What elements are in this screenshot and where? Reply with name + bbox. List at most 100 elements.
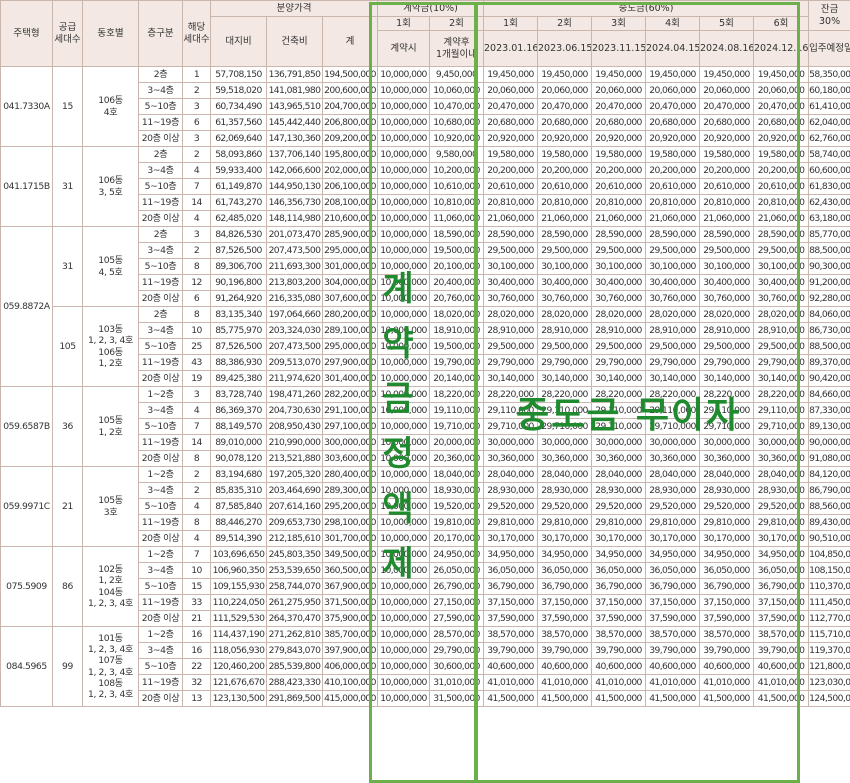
contract2-cell: 18,020,000 bbox=[429, 306, 485, 323]
middle4-cell: 29,500,000 bbox=[645, 242, 701, 259]
contract2-cell: 26,050,000 bbox=[429, 562, 485, 579]
balance-cell: 119,370,000 bbox=[808, 642, 850, 659]
building-cell: 288,423,330 bbox=[266, 674, 323, 691]
floor-cell: 3~4층 bbox=[138, 82, 183, 99]
balance-cell: 84,060,000 bbox=[808, 306, 850, 323]
middle1-cell: 39,790,000 bbox=[483, 642, 539, 659]
middle2-cell: 20,680,000 bbox=[537, 114, 593, 131]
land-cell: 61,149,870 bbox=[210, 178, 267, 195]
floor-cell: 20층 이상 bbox=[138, 530, 183, 547]
middle6-cell: 30,100,000 bbox=[753, 258, 810, 275]
floor-cell: 2층 bbox=[138, 146, 183, 163]
middle3-cell: 20,060,000 bbox=[591, 82, 647, 99]
balance-cell: 115,710,000 bbox=[808, 626, 850, 643]
floor-cell: 5~10층 bbox=[138, 338, 183, 355]
total-cell: 303,600,000 bbox=[321, 450, 379, 467]
contract1-cell: 10,000,000 bbox=[377, 658, 431, 675]
supply-count: 105 bbox=[52, 306, 83, 387]
contract2-cell: 19,810,000 bbox=[429, 514, 485, 531]
total-cell: 349,500,000 bbox=[321, 546, 379, 563]
contract2-cell: 20,400,000 bbox=[429, 274, 485, 291]
dong-ho-label-text: 103동 1, 2, 3, 4호 106동 1, 2호 bbox=[88, 324, 133, 369]
supply-count: 31 bbox=[52, 146, 83, 227]
middle2-cell: 39,790,000 bbox=[537, 642, 593, 659]
payment-schedule: 주택형 공급 세대수 동호별 층구분 해당 세대수 분양가격 계약금(10%) … bbox=[0, 0, 850, 783]
building-cell: 209,653,730 bbox=[266, 514, 323, 531]
building-cell: 137,706,140 bbox=[266, 146, 323, 163]
units-cell: 7 bbox=[182, 546, 211, 563]
land-cell: 103,696,650 bbox=[210, 546, 267, 563]
land-cell: 109,155,930 bbox=[210, 578, 267, 595]
total-cell: 280,400,000 bbox=[321, 466, 379, 483]
middle1-cell: 19,580,000 bbox=[483, 146, 539, 163]
contract2-cell: 27,150,000 bbox=[429, 594, 485, 611]
contract1-cell: 10,000,000 bbox=[377, 194, 431, 211]
middle5-cell: 29,790,000 bbox=[699, 354, 755, 371]
building-cell: 207,614,160 bbox=[266, 498, 323, 515]
middle1-cell: 28,220,000 bbox=[483, 386, 539, 403]
middle4-cell: 39,790,000 bbox=[645, 642, 701, 659]
schedule-body: 041.7330A 15 106동 4호 2층 1 57,708,150 136,791,8… bbox=[0, 66, 850, 707]
contract1-cell: 10,000,000 bbox=[377, 338, 431, 355]
middle5-cell: 40,600,000 bbox=[699, 658, 755, 675]
total-cell: 297,900,000 bbox=[321, 354, 379, 371]
middle6-cell: 30,360,000 bbox=[753, 450, 810, 467]
middle4-cell: 30,000,000 bbox=[645, 434, 701, 451]
middle6-cell: 28,910,000 bbox=[753, 322, 810, 339]
building-cell: 291,869,500 bbox=[266, 690, 323, 707]
middle1-cell: 29,790,000 bbox=[483, 354, 539, 371]
units-cell: 8 bbox=[182, 258, 211, 275]
contract2-cell: 20,760,000 bbox=[429, 290, 485, 307]
middle2-cell: 29,710,000 bbox=[537, 418, 593, 435]
middle4-cell: 29,110,000 bbox=[645, 402, 701, 419]
middle6-cell: 28,020,000 bbox=[753, 306, 810, 323]
middle6-cell: 20,610,000 bbox=[753, 178, 810, 195]
building-cell: 253,539,650 bbox=[266, 562, 323, 579]
floor-cell: 3~4층 bbox=[138, 402, 183, 419]
balance-cell: 88,560,000 bbox=[808, 498, 850, 515]
contract2-cell: 11,060,000 bbox=[429, 210, 485, 227]
contract2-cell: 18,220,000 bbox=[429, 386, 485, 403]
middle3-cell: 30,100,000 bbox=[591, 258, 647, 275]
contract2-cell: 10,200,000 bbox=[429, 162, 485, 179]
middle1-cell: 20,920,000 bbox=[483, 130, 539, 147]
middle2-cell: 29,790,000 bbox=[537, 354, 593, 371]
middle2-cell: 30,100,000 bbox=[537, 258, 593, 275]
middle5-cell: 28,220,000 bbox=[699, 386, 755, 403]
middle3-cell: 20,810,000 bbox=[591, 194, 647, 211]
units-cell: 2 bbox=[182, 242, 211, 259]
middle5-cell: 28,590,000 bbox=[699, 226, 755, 243]
middle3-cell: 30,360,000 bbox=[591, 450, 647, 467]
header-contract: 계약금(10%) bbox=[377, 0, 485, 17]
middle3-cell: 28,910,000 bbox=[591, 322, 647, 339]
middle3-cell: 29,110,000 bbox=[591, 402, 647, 419]
header-balance-when: 입주예정일 bbox=[808, 30, 850, 67]
balance-cell: 85,770,000 bbox=[808, 226, 850, 243]
building-cell: 245,803,350 bbox=[266, 546, 323, 563]
contract1-cell: 10,000,000 bbox=[377, 210, 431, 227]
contract2-cell: 9,580,000 bbox=[429, 146, 485, 163]
building-cell: 212,185,610 bbox=[266, 530, 323, 547]
middle6-cell: 37,150,000 bbox=[753, 594, 810, 611]
header-total: 계 bbox=[321, 16, 379, 67]
contract2-cell: 19,110,000 bbox=[429, 402, 485, 419]
middle3-cell: 40,600,000 bbox=[591, 658, 647, 675]
middle1-cell: 38,570,000 bbox=[483, 626, 539, 643]
building-cell: 213,521,880 bbox=[266, 450, 323, 467]
dong-ho-label: 106동 3, 5호 bbox=[82, 146, 139, 227]
supply-count: 31 bbox=[52, 226, 83, 307]
contract1-cell: 10,000,000 bbox=[377, 370, 431, 387]
header-floor: 층구분 bbox=[138, 0, 183, 67]
total-cell: 206,800,000 bbox=[321, 114, 379, 131]
middle1-cell: 41,500,000 bbox=[483, 690, 539, 707]
balance-cell: 110,370,000 bbox=[808, 578, 850, 595]
header-m6: 6회 bbox=[753, 16, 810, 31]
land-cell: 120,460,200 bbox=[210, 658, 267, 675]
balance-cell: 60,600,000 bbox=[808, 162, 850, 179]
contract1-cell: 10,000,000 bbox=[377, 594, 431, 611]
supply-count: 21 bbox=[52, 466, 83, 547]
floor-cell: 5~10층 bbox=[138, 98, 183, 115]
building-cell: 145,442,440 bbox=[266, 114, 323, 131]
contract1-cell: 10,000,000 bbox=[377, 82, 431, 99]
middle3-cell: 41,010,000 bbox=[591, 674, 647, 691]
